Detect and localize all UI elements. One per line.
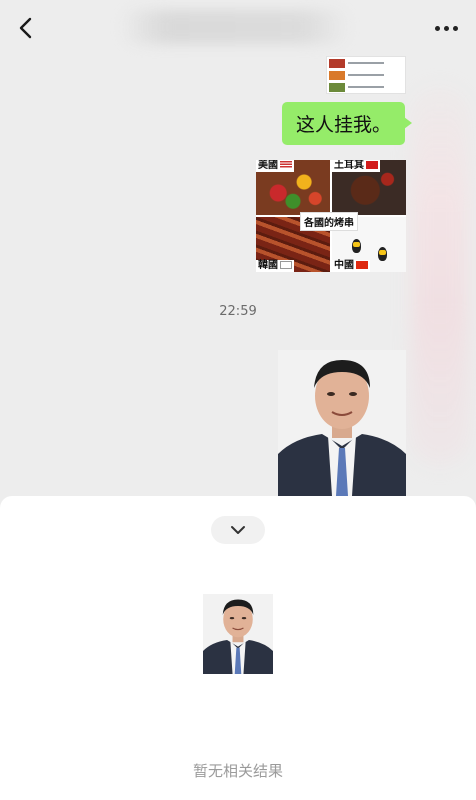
message-text: 这人挂我。 [295, 114, 391, 136]
meme-label-us: 美國 [258, 160, 278, 171]
more-button[interactable] [426, 12, 466, 44]
meme-image-message[interactable]: 各國的烤串 美國 土耳其 韓國 中國 [256, 160, 406, 272]
meme-label-turkey: 土耳其 [334, 160, 364, 171]
message-list[interactable]: 这人挂我。 各國的烤串 美國 土耳其 韓國 中國 22:59 [0, 56, 476, 496]
bird-icon [378, 247, 387, 261]
search-results-sheet: 暂无相关结果 [0, 496, 476, 800]
message-bubble-text[interactable]: 这人挂我。 [281, 102, 413, 145]
search-query-image [203, 594, 273, 674]
turkey-flag-icon [366, 161, 378, 169]
portrait-thumbnail [203, 594, 273, 674]
meme-label-korea: 韓國 [258, 260, 278, 271]
portrait-image-message[interactable] [278, 350, 406, 496]
meme-label-china: 中國 [334, 260, 354, 271]
chevron-left-icon [19, 17, 32, 39]
meme-cell-us: 美國 [256, 160, 330, 215]
portrait-photo [278, 350, 406, 496]
blurred-chat-title [120, 10, 350, 44]
meme-cell-turkey: 土耳其 [332, 160, 406, 215]
china-flag-icon [356, 261, 368, 269]
back-button[interactable] [10, 12, 42, 44]
us-flag-icon [280, 161, 292, 169]
no-results-text: 暂无相关结果 [192, 762, 283, 780]
shared-link-thumbnail[interactable] [326, 56, 406, 94]
blurred-avatar [412, 86, 468, 466]
bird-icon [352, 239, 361, 253]
message-timestamp: 22:59 [219, 304, 257, 319]
more-horizontal-icon [434, 25, 458, 31]
chat-header [0, 0, 476, 56]
chevron-down-icon [231, 526, 245, 534]
collapse-sheet-button[interactable] [211, 516, 265, 544]
meme-caption: 各國的烤串 [300, 212, 358, 231]
korea-flag-icon [280, 261, 292, 269]
